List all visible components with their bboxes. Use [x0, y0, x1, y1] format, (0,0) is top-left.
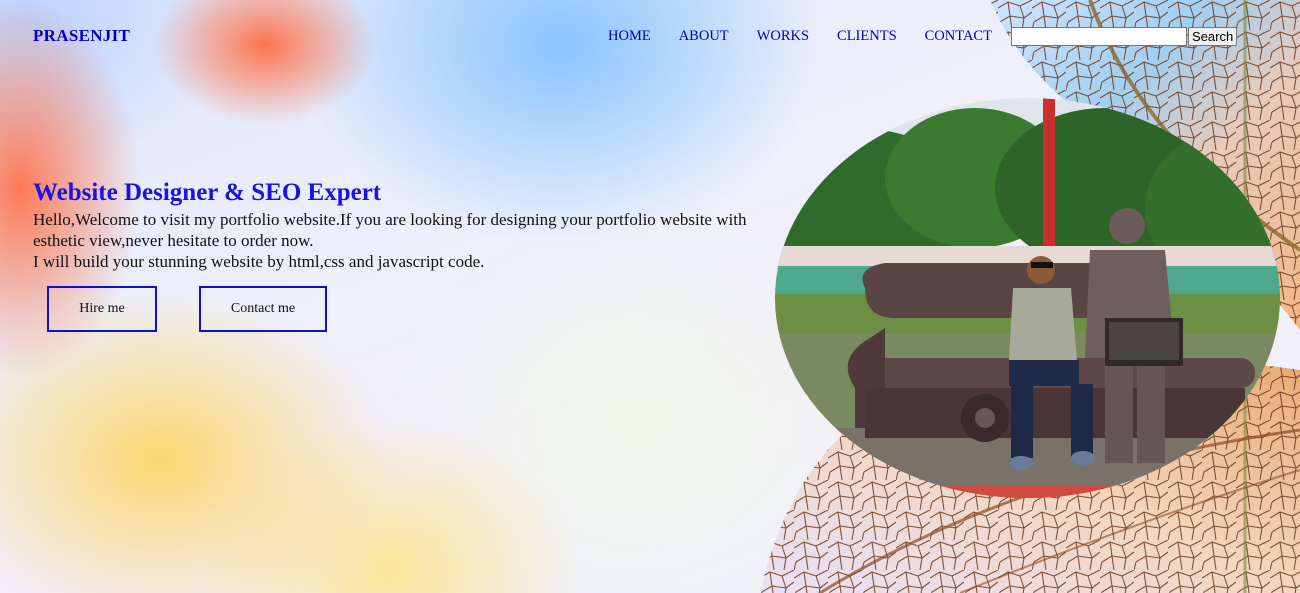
hero-line-1: Hello,Welcome to visit my portfolio webs…: [33, 210, 747, 250]
hero-line-2: I will build your stunning website by ht…: [33, 252, 485, 271]
search-input[interactable]: [1011, 27, 1187, 46]
contact-me-button[interactable]: Contact me: [199, 286, 327, 332]
nav-link-clients[interactable]: CLIENTS: [837, 28, 897, 45]
brand-logo[interactable]: PRASENJIT: [33, 26, 130, 46]
profile-photo: [775, 98, 1280, 498]
search-button[interactable]: Search: [1188, 27, 1238, 46]
main-nav: HOME ABOUT WORKS CLIENTS CONTACT: [608, 28, 992, 45]
nav-link-works[interactable]: WORKS: [757, 28, 809, 45]
nav-link-contact[interactable]: CONTACT: [925, 28, 992, 45]
nav-link-about[interactable]: ABOUT: [679, 28, 729, 45]
hero-description: Hello,Welcome to visit my portfolio webs…: [33, 209, 763, 272]
nav-link-home[interactable]: HOME: [608, 28, 651, 45]
hire-me-button[interactable]: Hire me: [47, 286, 157, 332]
hero-title: Website Designer & SEO Expert: [33, 179, 382, 206]
